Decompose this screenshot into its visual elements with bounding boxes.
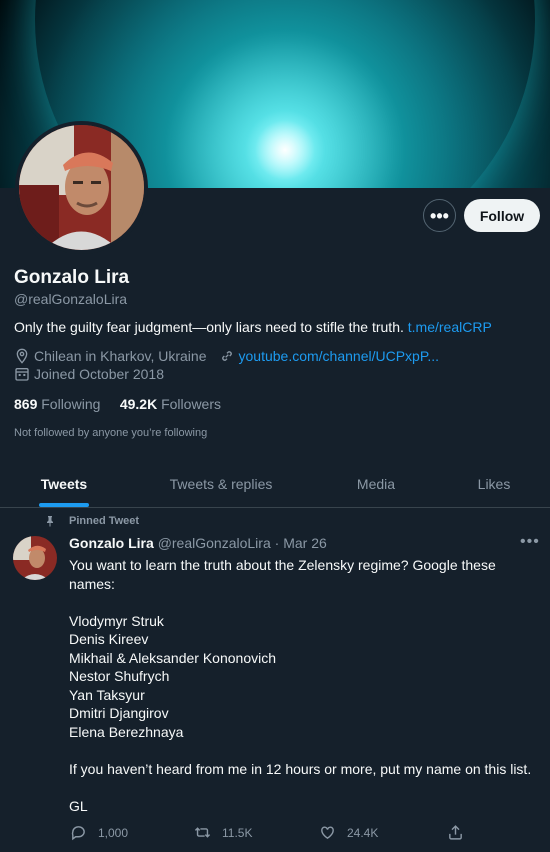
avatar-photo — [19, 125, 144, 250]
tweet-line — [69, 741, 539, 760]
followers-link[interactable]: 49.2K Followers — [120, 396, 221, 412]
profile-location-row: Chilean in Kharkov, Ukraine youtube.com/… — [14, 348, 439, 364]
tab-media[interactable]: Media — [314, 460, 438, 508]
follow-counts: 869 Following 49.2K Followers — [14, 396, 221, 412]
share-icon — [449, 825, 462, 840]
profile-handle: @realGonzaloLira — [14, 291, 128, 307]
tweet-separator: · — [274, 535, 280, 551]
following-link[interactable]: 869 Following — [14, 396, 100, 412]
location-icon — [16, 348, 28, 364]
profile-avatar[interactable] — [15, 121, 148, 254]
retweet-button[interactable]: 11.5K — [194, 824, 252, 841]
bio-link[interactable]: t.me/realCRP — [408, 319, 492, 335]
not-followed-note: Not followed by anyone you’re following — [14, 427, 208, 439]
tweet-line: Vlodymyr Struk — [69, 612, 164, 629]
tweet-line: Nestor Shufrych — [69, 668, 170, 684]
reply-button[interactable]: 1,000 — [70, 824, 128, 841]
link-icon — [221, 351, 232, 361]
tweet-line: Elena Berezhnaya — [69, 723, 184, 740]
tweet-author-avatar[interactable] — [13, 536, 57, 580]
profile-bio: Only the guilty fear judgment—only liars… — [14, 319, 492, 335]
share-button[interactable] — [447, 824, 475, 841]
pin-icon — [47, 516, 53, 527]
retweet-icon — [194, 827, 211, 838]
active-tab-indicator — [39, 503, 89, 507]
tweet-line: You want to learn the truth about the Ze… — [69, 557, 496, 592]
heart-icon — [321, 826, 334, 840]
profile-joined: Joined October 2018 — [34, 366, 164, 382]
profile-location: Chilean in Kharkov, Ukraine — [34, 348, 207, 364]
more-options-button[interactable]: ••• — [423, 199, 456, 232]
tweet-date[interactable]: Mar 26 — [283, 535, 327, 551]
tweet-line: Mikhail & Aleksander Kononovich — [69, 649, 277, 666]
like-button[interactable]: 24.4K — [319, 824, 378, 841]
tweet-line — [69, 778, 539, 797]
tweet-author-name[interactable]: Gonzalo Lira — [69, 535, 154, 551]
tweet-header: Gonzalo Lira @realGonzaloLira · Mar 26 — [69, 535, 327, 551]
tweet-avatar-photo — [13, 536, 57, 580]
tweet-author-handle[interactable]: @realGonzaloLira — [158, 535, 271, 551]
tweet-text: You want to learn the truth about the Ze… — [69, 556, 539, 815]
profile-name: Gonzalo Lira — [14, 267, 130, 288]
tab-likes[interactable]: Likes — [438, 460, 550, 508]
profile-tabs: Tweets Tweets & replies Media Likes — [0, 460, 550, 508]
tweet-more-button[interactable]: ••• — [520, 533, 540, 551]
profile-joined-row: Joined October 2018 — [14, 366, 164, 382]
tab-tweets-replies[interactable]: Tweets & replies — [128, 460, 314, 508]
tweet-line: If you haven’t heard from me in 12 hours… — [69, 760, 532, 777]
tweet-line: Yan Taksyur — [69, 686, 145, 703]
tweet-line: Dmitri Djangirov — [69, 705, 169, 721]
tab-tweets[interactable]: Tweets — [0, 460, 128, 508]
tweet-line: GL — [69, 797, 88, 814]
bio-text: Only the guilty fear judgment—only liars… — [14, 319, 404, 335]
follow-button[interactable]: Follow — [464, 199, 540, 232]
tweet-actions: 1,000 11.5K 24.4K — [0, 824, 550, 846]
tweet-line: Denis Kireev — [69, 631, 149, 647]
reply-icon — [71, 826, 85, 841]
tweet-line — [69, 593, 539, 612]
pinned-label: Pinned Tweet — [44, 515, 139, 527]
profile-website[interactable]: youtube.com/channel/UCPxpP... — [239, 348, 440, 364]
calendar-icon — [15, 368, 29, 381]
